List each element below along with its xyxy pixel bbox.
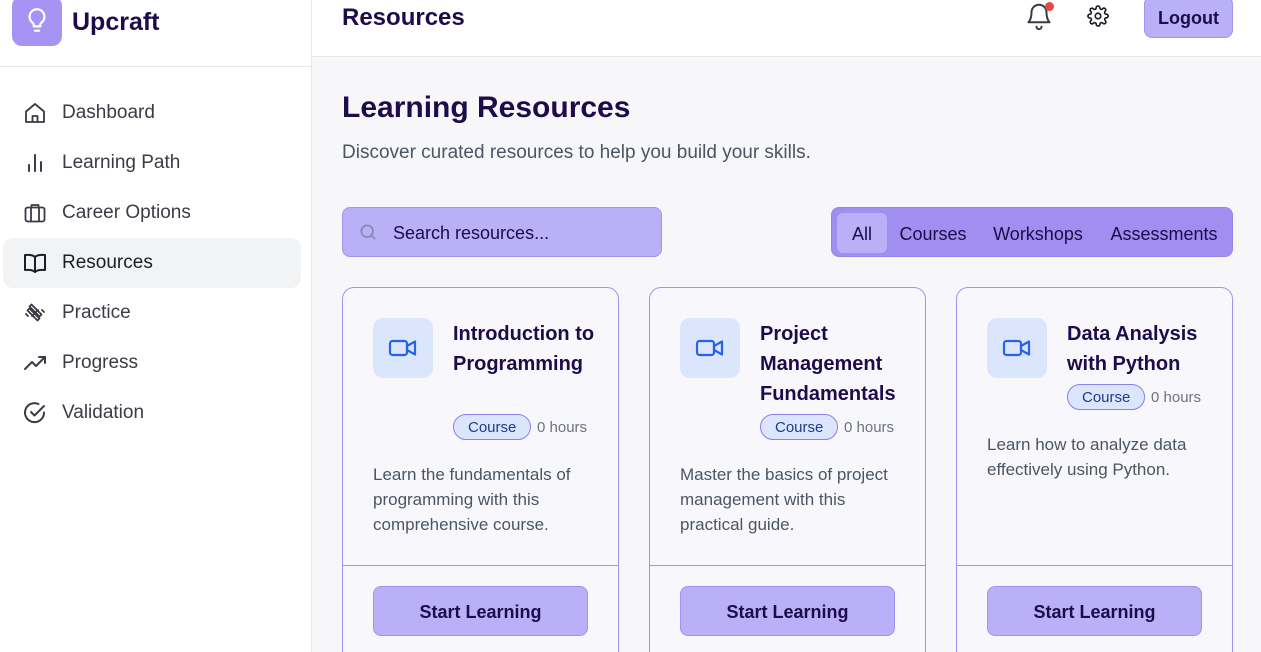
sidebar-item-career-options[interactable]: Career Options bbox=[3, 188, 301, 238]
sidebar-item-label: Learning Path bbox=[62, 152, 181, 173]
page-subtitle: Discover curated resources to help you b… bbox=[342, 142, 811, 163]
resource-description: Master the basics of project management … bbox=[680, 465, 888, 534]
filter-courses[interactable]: Courses bbox=[892, 213, 974, 253]
sidebar-item-validation[interactable]: Validation bbox=[3, 388, 301, 438]
search-input[interactable]: Search resources... bbox=[342, 207, 662, 257]
main-content: Resources Logout Learning Resources Disc… bbox=[312, 0, 1261, 652]
dumbbell-icon bbox=[22, 300, 48, 326]
type-badge: Course bbox=[760, 414, 839, 440]
lightbulb-icon bbox=[12, 0, 62, 46]
brand: Upcraft bbox=[0, 0, 311, 67]
check-circle-icon bbox=[22, 400, 48, 426]
filter-workshops[interactable]: Workshops bbox=[982, 213, 1094, 253]
resource-title[interactable]: Data Analysis with Python bbox=[1067, 319, 1217, 379]
sidebar-item-progress[interactable]: Progress bbox=[3, 338, 301, 388]
duration-text: 0 hours bbox=[537, 419, 588, 436]
briefcase-icon bbox=[22, 200, 48, 226]
filter-all[interactable]: All bbox=[837, 213, 887, 253]
filter-tabs: All Courses Workshops Assessments bbox=[831, 207, 1233, 257]
resource-card: Project Management Fundamentals Course 0… bbox=[649, 287, 926, 652]
resource-card: Introduction to Programming Course 0 hou… bbox=[342, 287, 619, 652]
resource-title[interactable]: Introduction to Programming bbox=[453, 319, 603, 379]
video-icon bbox=[680, 318, 740, 378]
sidebar-item-label: Resources bbox=[62, 252, 153, 273]
filter-assessments[interactable]: Assessments bbox=[1102, 213, 1226, 253]
card-divider bbox=[650, 565, 925, 566]
brand-name[interactable]: Upcraft bbox=[72, 8, 160, 37]
card-divider bbox=[343, 565, 618, 566]
type-badge: Course bbox=[1067, 384, 1146, 410]
book-open-icon bbox=[22, 250, 48, 276]
bar-chart-icon bbox=[22, 150, 48, 176]
start-learning-button[interactable]: Start Learning bbox=[373, 586, 588, 636]
sidebar-item-practice[interactable]: Practice bbox=[3, 288, 301, 338]
resource-title[interactable]: Project Management Fundamentals bbox=[760, 319, 910, 409]
resource-description: Learn the fundamentals of programming wi… bbox=[373, 465, 571, 534]
sidebar-item-learning-path[interactable]: Learning Path bbox=[3, 138, 301, 188]
video-icon bbox=[373, 318, 433, 378]
sidebar: Upcraft Dashboard Learning Path Career O… bbox=[0, 0, 312, 652]
sidebar-item-label: Progress bbox=[62, 352, 139, 373]
duration-text: 0 hours bbox=[1151, 389, 1202, 406]
gear-icon[interactable] bbox=[1087, 5, 1111, 29]
start-learning-button[interactable]: Start Learning bbox=[987, 586, 1202, 636]
top-bar: Resources Logout bbox=[312, 0, 1261, 57]
resource-card: Data Analysis with Python Course 0 hours… bbox=[956, 287, 1233, 652]
duration-text: 0 hours bbox=[844, 419, 895, 436]
type-badge: Course bbox=[453, 414, 532, 440]
home-icon bbox=[22, 100, 48, 126]
notification-badge bbox=[1045, 2, 1054, 11]
sidebar-item-label: Validation bbox=[62, 402, 145, 423]
page-title: Learning Resources bbox=[342, 91, 631, 124]
resource-description: Learn how to analyze data effectively us… bbox=[987, 435, 1187, 479]
sidebar-item-dashboard[interactable]: Dashboard bbox=[3, 88, 301, 138]
sidebar-item-label: Dashboard bbox=[62, 102, 155, 123]
sidebar-item-resources[interactable]: Resources bbox=[3, 238, 301, 288]
search-placeholder: Search resources... bbox=[393, 223, 550, 243]
sidebar-item-label: Practice bbox=[62, 302, 131, 323]
trending-up-icon bbox=[22, 350, 48, 376]
page-header-title: Resources bbox=[342, 4, 465, 31]
logout-button[interactable]: Logout bbox=[1144, 0, 1233, 38]
sidebar-item-label: Career Options bbox=[62, 202, 191, 223]
search-icon bbox=[358, 222, 378, 242]
start-learning-button[interactable]: Start Learning bbox=[680, 586, 895, 636]
video-icon bbox=[987, 318, 1047, 378]
card-divider bbox=[957, 565, 1232, 566]
